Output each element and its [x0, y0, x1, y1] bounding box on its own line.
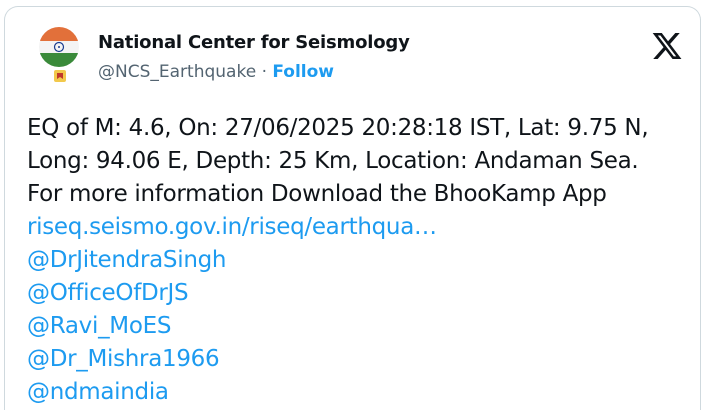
account-handle-row: @NCS_Earthquake · Follow	[98, 62, 334, 82]
mention-link[interactable]: @DrJitendraSingh	[27, 244, 697, 277]
follow-button[interactable]: Follow	[272, 62, 334, 82]
x-logo-icon[interactable]	[651, 30, 683, 62]
tweet-text-line: Long: 94.06 E, Depth: 25 Km, Location: A…	[27, 148, 639, 174]
tweet-text-line: For more information Download the BhooKa…	[27, 181, 607, 207]
tweet-text-line: EQ of M: 4.6, On: 27/06/2025 20:28:18 IS…	[27, 115, 649, 141]
account-avatar[interactable]	[39, 27, 79, 67]
tweet-link[interactable]: riseq.seismo.gov.in/riseq/earthqua…	[27, 211, 697, 244]
mention-link[interactable]: @OfficeOfDrJS	[27, 277, 697, 310]
account-display-name[interactable]: National Center for Seismology	[98, 32, 410, 53]
tweet-text: EQ of M: 4.6, On: 27/06/2025 20:28:18 IS…	[27, 112, 697, 409]
separator-dot: ·	[261, 62, 267, 82]
mention-link[interactable]: @Dr_Mishra1966	[27, 343, 697, 376]
tweet-card: National Center for Seismology @NCS_Eart…	[4, 6, 701, 410]
government-badge-icon	[53, 68, 67, 82]
mention-link[interactable]: @Ravi_MoES	[27, 310, 697, 343]
india-flag-avatar-icon	[39, 27, 79, 67]
account-handle[interactable]: @NCS_Earthquake	[98, 62, 256, 82]
mention-link[interactable]: @ndmaindia	[27, 376, 697, 409]
